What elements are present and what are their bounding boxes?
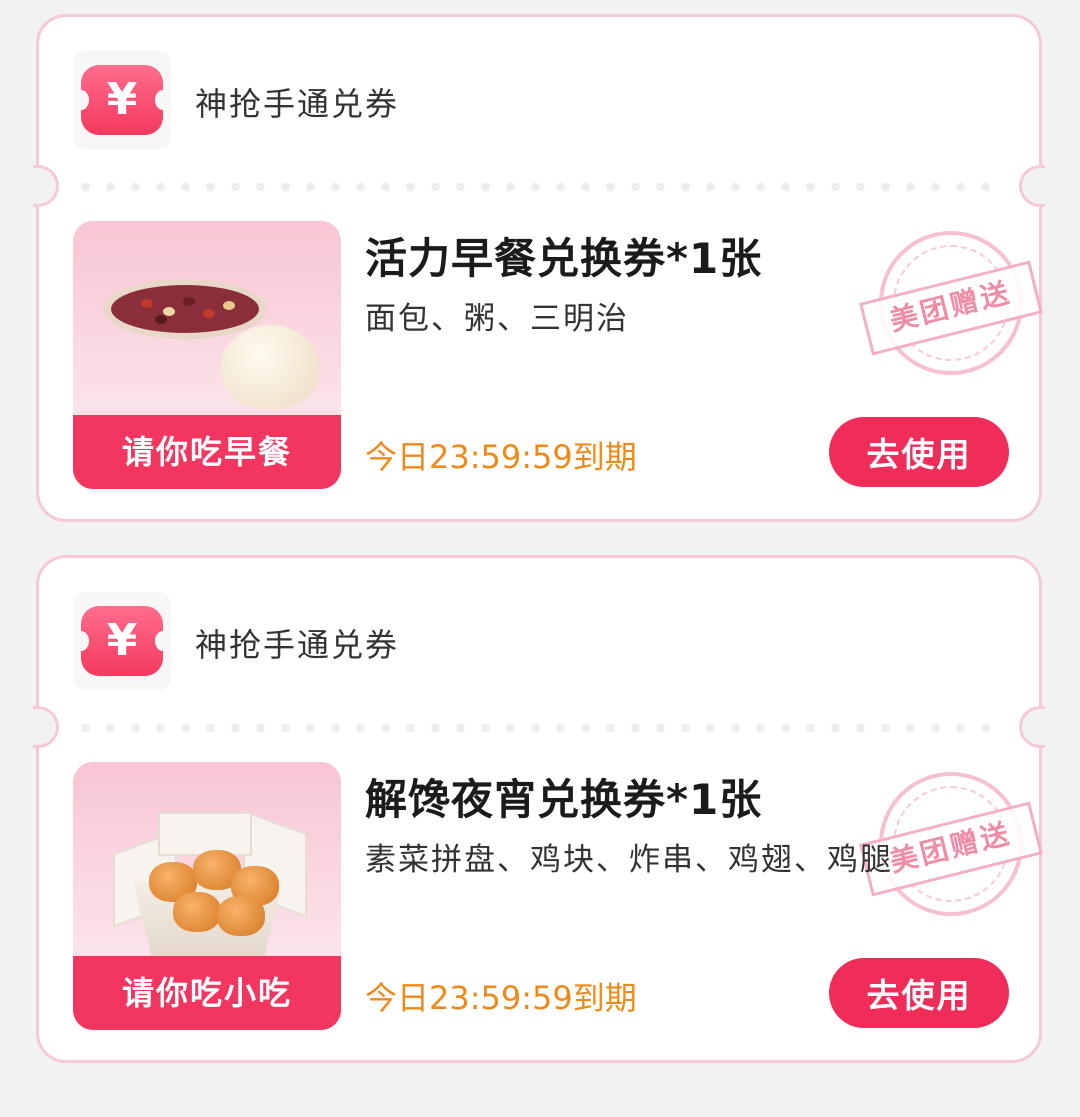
voucher-title: 活力早餐兑换券*1张 [365,234,763,283]
gift-stamp: 美团赠送 [859,231,1043,375]
image-ribbon: 请你吃早餐 [73,415,341,489]
voucher-card[interactable]: ¥ 神抢手通兑券 请你吃早餐 活力早餐兑换券*1张 面包、粥、三明治 美团赠送 … [33,14,1045,522]
voucher-subtitle: 面包、粥、三明治 [365,301,629,337]
ticket-notch [33,165,59,207]
dotted-divider [73,723,1005,733]
gift-stamp: 美团赠送 [859,772,1043,916]
use-button[interactable]: 去使用 [829,417,1009,487]
ticket-notch [1019,706,1045,748]
ticket-notch [33,706,59,748]
yen-ticket-icon: ¥ [73,592,171,690]
voucher-brand: 神抢手通兑券 [195,85,400,123]
voucher-card[interactable]: ¥ 神抢手通兑券 请你吃小吃 解馋夜宵兑换券*1张 美团赠送 素菜拼盘、鸡块、炸… [33,555,1045,1063]
expire-text: 今日23:59:59到期 [365,979,637,1017]
expire-text: 今日23:59:59到期 [365,438,637,476]
snack-image: 请你吃小吃 [73,762,341,1030]
voucher-brand: 神抢手通兑券 [195,626,400,664]
image-ribbon: 请你吃小吃 [73,956,341,1030]
ticket-notch [1019,165,1045,207]
breakfast-image: 请你吃早餐 [73,221,341,489]
fried-chicken-box-illustration [113,810,307,972]
yen-ticket-icon: ¥ [73,51,171,149]
use-button[interactable]: 去使用 [829,958,1009,1028]
voucher-title: 解馋夜宵兑换券*1张 [365,775,763,824]
voucher-subtitle: 素菜拼盘、鸡块、炸串、鸡翅、鸡腿 [365,842,893,878]
steamed-bun-illustration [221,325,319,409]
dotted-divider [73,182,1005,192]
